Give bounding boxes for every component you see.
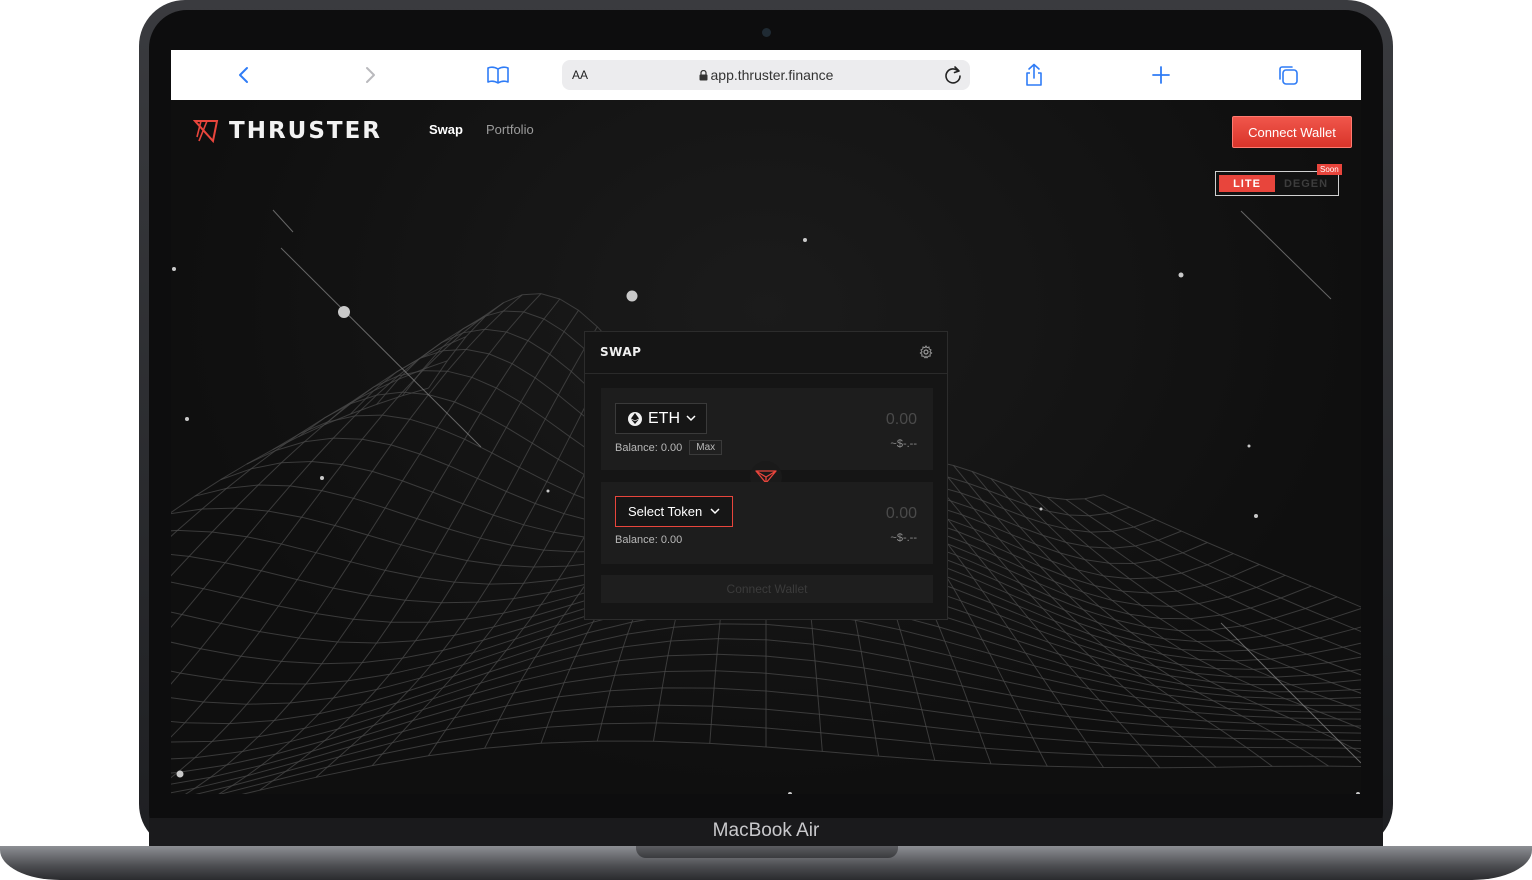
to-usd-value: ~$-.-- bbox=[890, 532, 917, 544]
back-icon[interactable] bbox=[232, 63, 256, 87]
address-bar[interactable]: AA app.thruster.finance bbox=[562, 60, 970, 90]
swap-card-header: SWAP bbox=[585, 332, 947, 374]
url-text: app.thruster.finance bbox=[562, 67, 970, 83]
star-dot bbox=[1254, 514, 1258, 518]
from-token-panel: ETH 0.00 ~$-.-- Balance: 0.00 Max bbox=[601, 388, 933, 470]
thruster-logo-icon bbox=[193, 120, 219, 143]
share-icon[interactable] bbox=[1022, 63, 1046, 87]
eth-icon bbox=[628, 411, 642, 426]
star-dot bbox=[172, 267, 176, 271]
select-token-button[interactable]: Select Token bbox=[615, 496, 734, 527]
brand-name: THRUSTER bbox=[229, 118, 383, 144]
tabs-icon[interactable] bbox=[1276, 63, 1300, 87]
screen: AA app.thruster.finance THRUSTER Swap Po… bbox=[171, 50, 1361, 794]
swap-connect-wallet-button[interactable]: Connect Wallet bbox=[601, 575, 933, 603]
reload-icon[interactable] bbox=[942, 64, 964, 86]
terrain-grid-line bbox=[1065, 499, 1361, 655]
terrain-grid-line bbox=[171, 294, 523, 738]
chevron-down-icon bbox=[686, 415, 696, 422]
from-token-selector[interactable]: ETH bbox=[615, 403, 707, 434]
shooting-star-streak bbox=[1240, 210, 1332, 300]
terrain-grid-line bbox=[259, 326, 598, 791]
laptop-notch bbox=[636, 846, 898, 858]
new-tab-icon[interactable] bbox=[1149, 63, 1173, 87]
connect-wallet-button[interactable]: Connect Wallet bbox=[1232, 116, 1352, 148]
app-viewport: THRUSTER Swap Portfolio Connect Wallet L… bbox=[171, 100, 1361, 794]
chevron-down-icon bbox=[710, 508, 720, 515]
terrain-grid-line bbox=[171, 336, 467, 577]
forward-icon[interactable] bbox=[358, 63, 382, 87]
logo[interactable]: THRUSTER bbox=[193, 118, 382, 144]
url-label: app.thruster.finance bbox=[710, 67, 834, 83]
settings-gear-icon[interactable] bbox=[919, 345, 933, 359]
star-dot bbox=[546, 489, 550, 493]
star-dot bbox=[626, 290, 638, 302]
to-balance: Balance: 0.00 bbox=[615, 534, 682, 546]
star-dot bbox=[803, 238, 807, 242]
select-token-label: Select Token bbox=[628, 504, 703, 519]
to-token-panel: Select Token 0.00 ~$-.-- Balance: 0.00 bbox=[601, 482, 933, 564]
bookmarks-icon[interactable] bbox=[486, 63, 510, 87]
to-amount-input[interactable]: 0.00 bbox=[886, 505, 917, 523]
nav-portfolio[interactable]: Portfolio bbox=[486, 122, 534, 137]
nav-swap[interactable]: Swap bbox=[429, 122, 463, 137]
terrain-grid-line bbox=[241, 740, 1361, 794]
max-button[interactable]: Max bbox=[689, 440, 723, 455]
star-dot bbox=[320, 476, 324, 480]
lock-icon bbox=[699, 69, 707, 81]
camera-dot bbox=[762, 28, 771, 37]
star-dot bbox=[338, 306, 350, 318]
star-dot bbox=[788, 792, 792, 794]
star-dot bbox=[1356, 792, 1360, 794]
terrain-grid-line bbox=[1103, 494, 1361, 608]
star-dot bbox=[176, 770, 184, 778]
swap-title: SWAP bbox=[600, 345, 642, 359]
star-dot bbox=[1247, 444, 1251, 448]
swap-card: SWAP ETH 0.00 ~$-.-- Balance: 0.00 Max S… bbox=[584, 331, 948, 620]
from-balance-text: Balance: 0.00 bbox=[615, 441, 683, 454]
star-dot bbox=[185, 417, 189, 421]
terrain-grid-line bbox=[915, 458, 1217, 768]
terrain-grid-line bbox=[1084, 498, 1361, 633]
from-amount-input[interactable]: 0.00 bbox=[886, 411, 917, 429]
device-label: MacBook Air bbox=[712, 820, 820, 841]
from-usd-value: ~$-.-- bbox=[890, 438, 917, 450]
from-token-symbol: ETH bbox=[648, 409, 680, 427]
shooting-star-streak bbox=[272, 209, 294, 233]
browser-toolbar: AA app.thruster.finance bbox=[171, 50, 1361, 101]
from-balance: Balance: 0.00 Max bbox=[615, 440, 723, 455]
soon-badge: Soon bbox=[1317, 164, 1342, 175]
star-dot bbox=[1178, 272, 1184, 278]
to-balance-text: Balance: 0.00 bbox=[615, 534, 683, 546]
star-dot bbox=[1039, 507, 1043, 511]
terrain-grid-line bbox=[171, 293, 542, 779]
mode-degen-button[interactable]: DEGEN bbox=[1278, 175, 1334, 192]
mode-lite-button[interactable]: LITE bbox=[1219, 175, 1275, 192]
